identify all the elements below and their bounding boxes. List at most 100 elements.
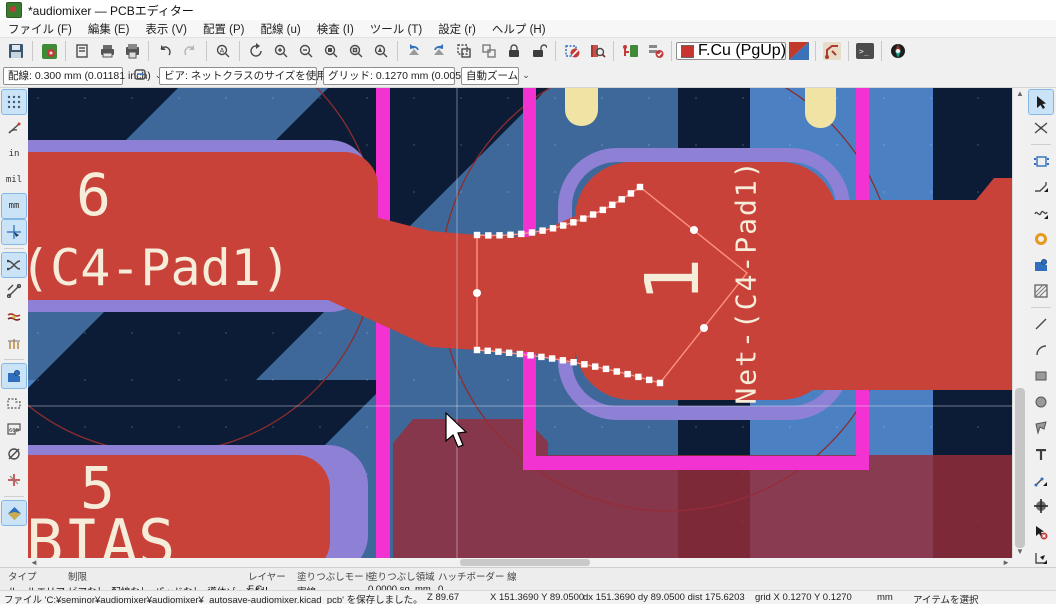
- board-setup-button[interactable]: [37, 40, 61, 62]
- net-color-mode-button[interactable]: [2, 331, 26, 355]
- add-alignment-target-button[interactable]: [1029, 494, 1053, 518]
- menu-help[interactable]: ヘルプ (H): [484, 21, 554, 37]
- via-size-dropdown[interactable]: ビア: ネットクラスのサイズを使用 ⌄: [159, 67, 317, 85]
- vertex-handle[interactable]: [485, 232, 491, 238]
- menu-route[interactable]: 配線 (u): [252, 21, 308, 37]
- select-tool-button[interactable]: [1029, 90, 1053, 114]
- vertex-handle[interactable]: [507, 232, 513, 238]
- add-filled-zone-button[interactable]: [1029, 253, 1053, 277]
- vertex-handle[interactable]: [474, 232, 480, 238]
- route-tracks-tool-button[interactable]: [1029, 175, 1053, 199]
- menu-inspect[interactable]: 検査 (I): [309, 21, 362, 37]
- vertex-handle[interactable]: [539, 227, 545, 233]
- zoom-in-button[interactable]: [269, 40, 293, 62]
- scroll-down-arrow[interactable]: ▼: [1013, 546, 1027, 558]
- redo-button[interactable]: [178, 40, 202, 62]
- track-width-menu-button[interactable]: [129, 65, 153, 87]
- net-zone-copper[interactable]: [788, 178, 1012, 390]
- track-width-dropdown[interactable]: 配線: 0.300 mm (0.01181 inch) ⌄: [3, 67, 123, 85]
- print-button[interactable]: [95, 40, 119, 62]
- horizontal-scroll-thumb[interactable]: [460, 559, 590, 566]
- track-fill-display-button[interactable]: [2, 468, 26, 492]
- vertex-handle[interactable]: [624, 371, 630, 377]
- delete-tool-button[interactable]: [1029, 520, 1053, 544]
- vertex-handle[interactable]: [496, 232, 502, 238]
- add-footprint-button[interactable]: [1029, 149, 1053, 173]
- vertex-handle[interactable]: [600, 207, 606, 213]
- menu-file[interactable]: ファイル (F): [0, 21, 80, 37]
- draw-line-button[interactable]: [1029, 312, 1053, 336]
- scripting-console-button[interactable]: >_: [853, 40, 877, 62]
- midpoint-handle[interactable]: [700, 324, 708, 332]
- horizontal-scrollbar[interactable]: ◄ ►: [28, 558, 1012, 567]
- add-via-button[interactable]: [1029, 227, 1053, 251]
- grid-size-dropdown[interactable]: グリッド: 0.1270 mm (0.0050 inch) ⌄: [323, 67, 455, 85]
- vertex-handle[interactable]: [603, 366, 609, 372]
- menu-edit[interactable]: 編集 (E): [80, 21, 138, 37]
- draw-circle-button[interactable]: [1029, 390, 1053, 414]
- group-button[interactable]: [452, 40, 476, 62]
- vertex-handle[interactable]: [628, 190, 634, 196]
- vertex-handle[interactable]: [506, 350, 512, 356]
- vertex-handle[interactable]: [646, 377, 652, 383]
- zone-fill-display-button[interactable]: [2, 364, 26, 388]
- inactive-layer-dim-button[interactable]: [2, 501, 26, 525]
- vertex-handle[interactable]: [570, 359, 576, 365]
- vertex-handle[interactable]: [550, 225, 556, 231]
- zoom-fit-objects-button[interactable]: [344, 40, 368, 62]
- draw-rectangle-button[interactable]: [1029, 364, 1053, 388]
- show-ratsnest-button[interactable]: [2, 253, 26, 277]
- polar-coordinates-button[interactable]: [2, 116, 26, 140]
- magnetic-snap-compass-button[interactable]: [886, 40, 910, 62]
- menu-view[interactable]: 表示 (V): [137, 21, 195, 37]
- vertex-handle[interactable]: [657, 380, 663, 386]
- vertex-handle[interactable]: [560, 222, 566, 228]
- scroll-left-arrow[interactable]: ◄: [30, 558, 38, 567]
- midpoint-handle[interactable]: [690, 226, 698, 234]
- units-mm-button[interactable]: mm: [2, 194, 26, 218]
- local-ratsnest-button[interactable]: [1029, 116, 1053, 140]
- vertex-handle[interactable]: [529, 229, 535, 235]
- layer-select-dropdown[interactable]: F.Cu (PgUp) ⌄: [676, 42, 786, 60]
- vertical-scroll-thumb[interactable]: [1015, 388, 1025, 548]
- units-inches-button[interactable]: in: [2, 142, 26, 166]
- vertex-handle[interactable]: [495, 349, 501, 355]
- ungroup-button[interactable]: [477, 40, 501, 62]
- zoom-fit-page-button[interactable]: [319, 40, 343, 62]
- grid-visibility-button[interactable]: [2, 90, 26, 114]
- yellow-pad[interactable]: [805, 88, 836, 128]
- vertex-handle[interactable]: [570, 219, 576, 225]
- vertex-handle[interactable]: [518, 231, 524, 237]
- edit-footprints-button[interactable]: [560, 40, 584, 62]
- scroll-up-arrow[interactable]: ▲: [1013, 88, 1027, 100]
- undo-button[interactable]: [153, 40, 177, 62]
- scroll-right-arrow[interactable]: ►: [1002, 558, 1010, 567]
- vertex-handle[interactable]: [474, 347, 480, 353]
- vertex-handle[interactable]: [635, 374, 641, 380]
- add-text-button[interactable]: [1029, 442, 1053, 466]
- unlock-button[interactable]: [527, 40, 551, 62]
- plot-button[interactable]: [120, 40, 144, 62]
- draw-arc-button[interactable]: [1029, 338, 1053, 362]
- vertex-handle[interactable]: [581, 361, 587, 367]
- save-button[interactable]: [4, 40, 28, 62]
- route-differential-pairs-button[interactable]: [1029, 201, 1053, 225]
- refresh-button[interactable]: [244, 40, 268, 62]
- midpoint-handle[interactable]: [473, 289, 481, 297]
- units-mils-button[interactable]: mil: [2, 168, 26, 192]
- add-rule-area-button[interactable]: [1029, 279, 1053, 303]
- crosshair-cursor-button[interactable]: [2, 220, 26, 244]
- search-footprints-button[interactable]: [585, 40, 609, 62]
- pcb-canvas[interactable]: 6 (C4-Pad1) 1 Net-(C4-Pad1) 5 BIAS: [28, 88, 1012, 558]
- zone-outline-display-button[interactable]: [2, 390, 26, 414]
- vertical-scrollbar[interactable]: ▲ ▼: [1012, 88, 1026, 558]
- menu-tools[interactable]: ツール (T): [362, 21, 430, 37]
- vertex-handle[interactable]: [485, 348, 491, 354]
- menu-place[interactable]: 配置 (P): [195, 21, 253, 37]
- vertex-handle[interactable]: [538, 354, 544, 360]
- draw-polygon-button[interactable]: [1029, 416, 1053, 440]
- yellow-pad[interactable]: [565, 88, 598, 126]
- vertex-handle[interactable]: [580, 215, 586, 221]
- vertex-handle[interactable]: [619, 196, 625, 202]
- zoom-preset-dropdown[interactable]: 自動ズーム ⌄: [461, 67, 519, 85]
